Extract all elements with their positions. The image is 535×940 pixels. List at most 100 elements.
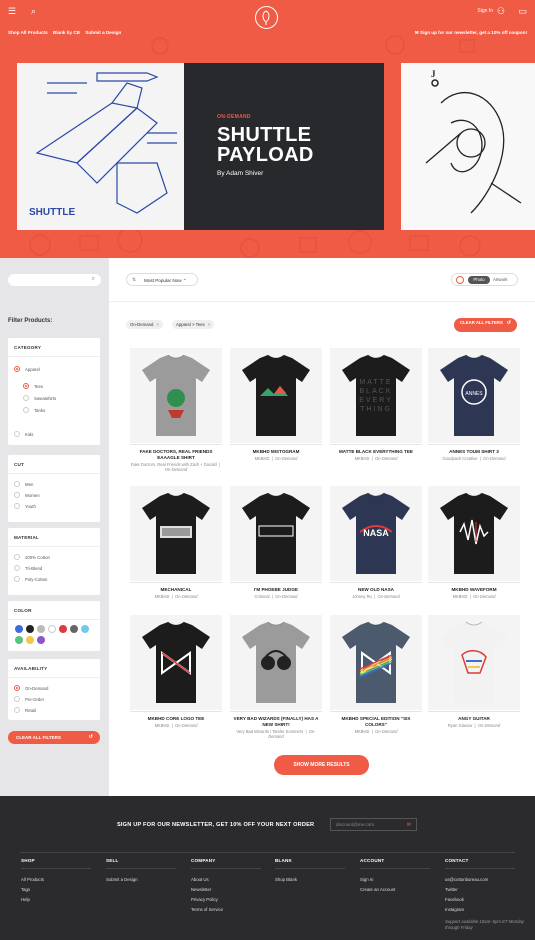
next-featured-card[interactable]: J <box>401 63 535 230</box>
cart-icon[interactable]: ▭ <box>518 7 527 16</box>
clear-all-filters-button[interactable]: CLEAR ALL FILTERS ↺ <box>8 731 100 744</box>
product-name[interactable]: ANNES TOUM SHIRT 3 <box>428 449 520 455</box>
category-tees[interactable]: Tees <box>23 383 43 389</box>
color-swatch[interactable] <box>15 625 23 633</box>
product-creator[interactable]: Ryan Glasow <box>448 723 472 728</box>
footer-link[interactable]: Shop Blank <box>275 875 355 885</box>
availability-on-demand[interactable]: On-Demand <box>14 685 48 691</box>
footer-link[interactable]: All Products <box>21 875 101 885</box>
color-swatch[interactable] <box>48 625 56 633</box>
view-artwork-button[interactable]: Artwork <box>493 276 508 284</box>
product-name[interactable]: MATTE BLACK EVERYTHING TEE <box>330 449 422 455</box>
color-swatch[interactable] <box>81 625 89 633</box>
product-creator[interactable]: MKBHD <box>155 594 170 599</box>
availability-pre-order[interactable]: Pre-Order <box>14 696 44 702</box>
product-creator[interactable]: Johnny Ru <box>352 594 372 599</box>
featured-banner[interactable]: SHUTTLE ON-DEMAND SHUTTLE PAYLOAD By Ada… <box>17 63 384 230</box>
color-swatch[interactable] <box>15 636 23 644</box>
nav-submit-design[interactable]: Submit a Design <box>85 30 121 35</box>
product-image[interactable] <box>130 615 222 710</box>
product-image[interactable] <box>428 486 520 581</box>
search-icon[interactable]: ⌕ <box>31 7 36 16</box>
cut-women[interactable]: Women <box>14 492 40 498</box>
remove-icon[interactable]: × <box>208 322 211 327</box>
footer-link[interactable]: Sign In <box>360 875 440 885</box>
footer-link[interactable]: Privacy Policy <box>191 895 271 905</box>
color-swatch[interactable] <box>26 636 34 644</box>
product-image[interactable]: MATTE BLACK EVERY THING <box>330 348 422 443</box>
product-creator[interactable]: Criminal <box>255 594 270 599</box>
product-name[interactable]: MKBHD WAVEFORM <box>428 587 520 593</box>
color-swatch[interactable] <box>59 625 67 633</box>
footer-link[interactable]: us@cottonbureau.com <box>445 875 525 885</box>
site-logo[interactable] <box>255 6 278 29</box>
footer-link[interactable]: Instagram <box>445 905 525 915</box>
footer-link[interactable]: Tags <box>21 885 101 895</box>
product-image[interactable]: ANNES <box>428 348 520 443</box>
user-icon[interactable]: ⚇ <box>497 7 505 16</box>
product-image[interactable] <box>130 348 222 443</box>
sort-select[interactable]: ⇅ Most Popular Now ⌃ <box>126 273 198 286</box>
show-more-button[interactable]: SHOW MORE RESULTS <box>274 755 369 775</box>
product-name[interactable]: MKBHD CORE LOGO TEE <box>130 716 222 722</box>
footer-link[interactable]: Newsletter <box>191 885 271 895</box>
filter-chip-on-demand[interactable]: On-Demand × <box>126 320 163 329</box>
newsletter-email-input[interactable]: discount@me.com ✉ <box>330 818 417 831</box>
color-swatch[interactable] <box>37 636 45 644</box>
product-name[interactable]: FAKE DOCTORS, REAL FRIENDS EAAAGLE SHIRT <box>130 449 222 460</box>
product-image[interactable] <box>230 348 322 443</box>
availability-retail[interactable]: Retail <box>14 707 36 713</box>
material-cotton[interactable]: 100% Cotton <box>14 554 50 560</box>
product-name[interactable]: MKBHD MISTOGRAM <box>230 449 322 455</box>
cut-youth[interactable]: Youth <box>14 503 36 509</box>
footer-link[interactable]: Help <box>21 895 101 905</box>
footer-link[interactable]: Create an Account <box>360 885 440 895</box>
nav-shop-all[interactable]: Shop All Products <box>8 30 48 35</box>
category-kids[interactable]: Kids <box>14 431 33 437</box>
search-input[interactable]: ⌕ <box>8 274 101 286</box>
product-image[interactable] <box>130 486 222 581</box>
featured-artwork: SHUTTLE <box>17 63 184 230</box>
color-swatch[interactable] <box>37 625 45 633</box>
filter-chip-apparel-tees[interactable]: Apparel > Tees × <box>172 320 215 329</box>
remove-icon[interactable]: × <box>156 322 159 327</box>
featured-byline: By Adam Shiver <box>217 170 264 177</box>
footer-link[interactable]: Twitter <box>445 885 525 895</box>
product-creator[interactable]: MKBHD <box>355 456 370 461</box>
footer-link[interactable]: About Us <box>191 875 271 885</box>
clear-all-filters-button[interactable]: CLEAR ALL FILTERS ↺ <box>454 318 517 332</box>
view-photo-button[interactable]: Photo <box>468 276 490 284</box>
newsletter-promo[interactable]: ✉ Sign up for our newsletter, get a 10% … <box>415 30 527 36</box>
product-image[interactable] <box>330 615 422 710</box>
product-creator[interactable]: MKBHD <box>355 729 370 734</box>
category-apparel[interactable]: Apparel <box>14 366 40 372</box>
footer-link[interactable]: Terms of Service <box>191 905 271 915</box>
product-name[interactable]: MECHANICAL <box>130 587 222 593</box>
product-name[interactable]: I'M PHOEBE JUDGE <box>230 587 322 593</box>
product-image[interactable]: NASA <box>330 486 422 581</box>
product-creator[interactable]: MKBHD <box>453 594 468 599</box>
category-sweatshirts[interactable]: Sweatshirts <box>23 395 56 401</box>
material-triblend[interactable]: Tri-Blend <box>14 565 42 571</box>
product-image[interactable] <box>230 615 322 710</box>
nav-blank[interactable]: Blank by CB <box>53 30 80 35</box>
material-polycotton[interactable]: Poly-Cotton <box>14 576 47 582</box>
product-name[interactable]: NEW OLD NASA <box>330 587 422 593</box>
product-image[interactable] <box>230 486 322 581</box>
product-name[interactable]: ANGY GUITAR <box>428 716 520 722</box>
product-name[interactable]: VERY BAD WIZARDS (FINALLY) HAS A NEW SHI… <box>230 716 322 727</box>
footer-link[interactable]: Submit a Design <box>106 875 186 885</box>
product-creator[interactable]: MKBHD <box>155 723 170 728</box>
color-swatch[interactable] <box>70 625 78 633</box>
category-tanks[interactable]: Tanks <box>23 407 45 413</box>
sign-in-link[interactable]: Sign In <box>477 8 493 14</box>
mail-icon[interactable]: ✉ <box>407 822 411 828</box>
product-name[interactable]: MKBHD SPECIAL EDITION "SIX COLORS" <box>330 716 422 727</box>
product-creator[interactable]: Goodpack Creative <box>443 456 478 461</box>
product-image[interactable] <box>428 615 520 710</box>
menu-icon[interactable]: ☰ <box>8 7 16 16</box>
cut-men[interactable]: Men <box>14 481 33 487</box>
footer-link[interactable]: Facebook <box>445 895 525 905</box>
color-swatch[interactable] <box>26 625 34 633</box>
product-creator[interactable]: MKBHD <box>255 456 270 461</box>
